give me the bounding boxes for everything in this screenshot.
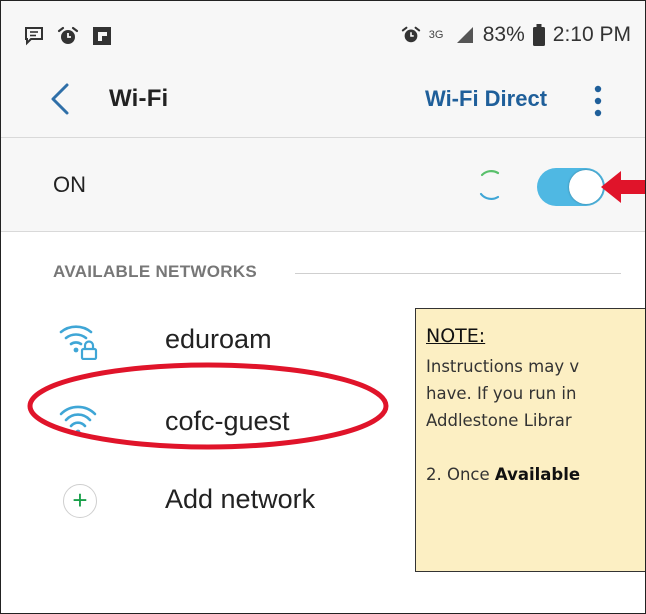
note-step-text: 2. Once <box>426 465 495 484</box>
status-bar-right: 3G 83% 2:10 PM <box>401 23 631 47</box>
wifi-icon <box>59 405 97 435</box>
page-title: Wi-Fi <box>109 85 169 112</box>
note-spacer <box>426 434 645 461</box>
app-bar: Wi-Fi Wi-Fi Direct <box>1 63 645 135</box>
add-network-label: Add network <box>165 484 316 514</box>
clock-time: 2:10 PM <box>552 23 631 46</box>
battery-icon <box>532 24 545 46</box>
add-icon: + <box>63 484 97 518</box>
back-arrow-icon[interactable] <box>45 81 79 117</box>
note-line: have. If you run in <box>426 384 577 403</box>
loading-spinner-icon <box>479 170 500 200</box>
screenshot-frame: 3G 83% 2:10 PM Wi-Fi Wi-Fi Direct ON AVA… <box>0 0 646 614</box>
note-heading: NOTE: <box>426 325 486 347</box>
alarm-icon <box>57 26 79 44</box>
note-line: Instructions may v <box>426 357 580 376</box>
signal-icon <box>456 27 473 43</box>
wifi-state-label: ON <box>53 172 86 197</box>
battery-percent: 83% <box>482 23 525 46</box>
more-options-icon[interactable] <box>586 83 610 119</box>
status-bar-left <box>23 25 113 47</box>
flipboard-icon <box>93 27 111 45</box>
wifi-direct-button[interactable]: Wi-Fi Direct <box>425 86 547 112</box>
network-type-label: 3G <box>428 29 444 41</box>
wifi-toggle-row[interactable]: ON <box>1 138 645 230</box>
message-icon <box>25 27 43 46</box>
wifi-toggle-switch[interactable] <box>537 168 605 206</box>
section-header-available-networks: AVAILABLE NETWORKS <box>53 262 258 281</box>
network-name: cofc-guest <box>165 406 290 436</box>
alarm-icon <box>401 26 420 43</box>
toggle-knob <box>569 170 603 204</box>
network-name: eduroam <box>165 324 272 354</box>
annotation-arrow-icon <box>601 171 645 203</box>
note-step-bold: Available <box>494 465 581 484</box>
wifi-lock-icon <box>59 325 98 360</box>
section-divider <box>295 273 621 274</box>
note-callout: NOTE: Instructions may v have. If you ru… <box>415 308 645 572</box>
note-content: NOTE: Instructions may v have. If you ru… <box>426 323 645 488</box>
note-step-line: 2. Once Available <box>426 461 645 488</box>
note-line: Addlestone Librar <box>426 411 572 430</box>
status-bar: 3G 83% 2:10 PM <box>1 1 645 63</box>
